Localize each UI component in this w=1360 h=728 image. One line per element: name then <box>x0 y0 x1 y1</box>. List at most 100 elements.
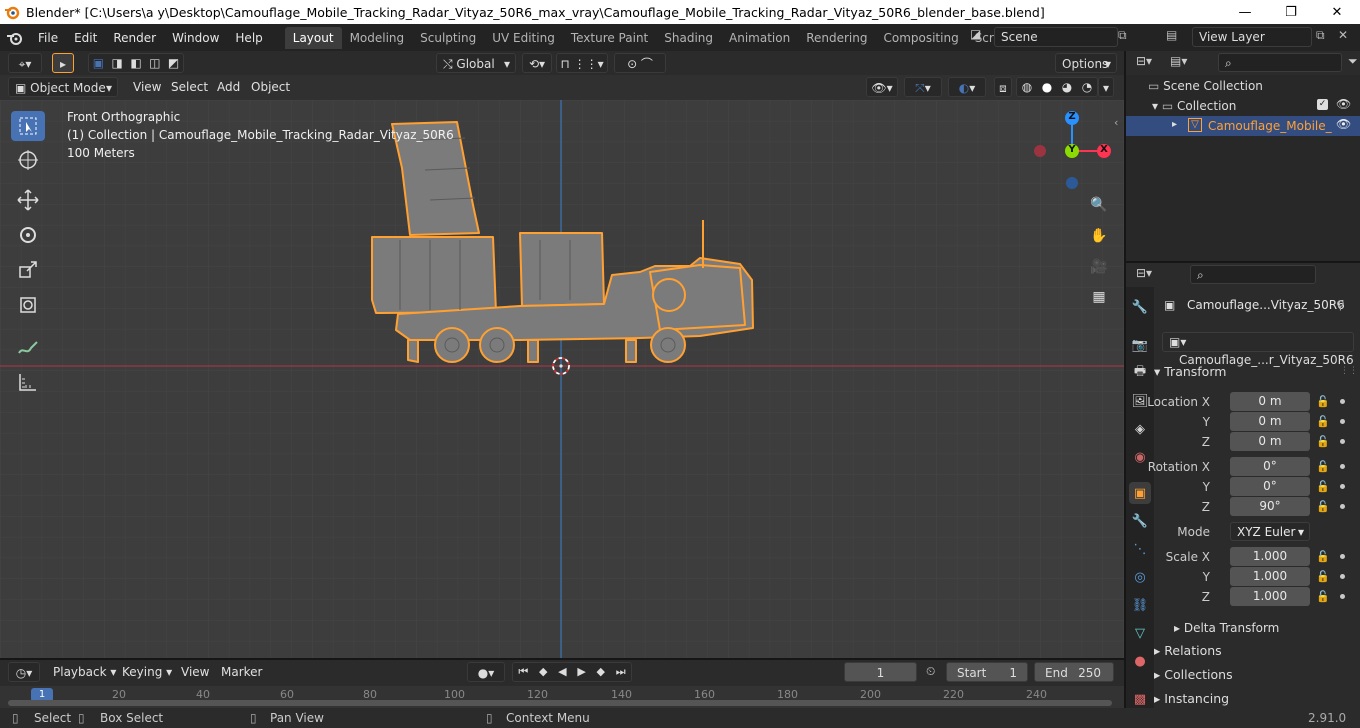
lock-icon[interactable]: 🔓 <box>1316 590 1330 603</box>
tab-sculpting[interactable]: Sculpting <box>412 27 484 49</box>
properties-editor-icon[interactable]: ⊟▾ <box>1136 266 1152 280</box>
location-y-field[interactable]: 0 m <box>1230 412 1310 431</box>
area-separator[interactable] <box>1124 51 1126 708</box>
end-frame-field[interactable]: End 250 <box>1034 662 1114 682</box>
keyframe-dot[interactable] <box>1340 484 1345 489</box>
shading-options-icon[interactable]: ▾ <box>1098 77 1114 97</box>
filter-icon[interactable]: ⏷ <box>1348 54 1358 69</box>
gizmo-neg-x-axis[interactable] <box>1034 145 1046 157</box>
proportional-editing-icon[interactable]: ⊙ ⌒ <box>614 53 666 73</box>
maximize-button[interactable]: ❐ <box>1268 0 1314 24</box>
area-separator[interactable] <box>0 658 1124 660</box>
3d-viewport[interactable]: Z Y X Front Orthographic (1) Collection … <box>0 100 1124 658</box>
keyframe-dot[interactable] <box>1340 504 1345 509</box>
location-x-field[interactable]: 0 m <box>1230 392 1310 411</box>
drag-handle-icon[interactable]: ⋮⋮ <box>1340 366 1358 376</box>
select-new-icon[interactable]: ▣ <box>93 53 104 73</box>
auto-keying-icon[interactable]: ●▾ <box>467 662 505 682</box>
physics-tab-icon[interactable]: ◎ <box>1129 566 1151 588</box>
outliner-editor-icon[interactable]: ⊟▾ <box>1136 54 1152 68</box>
timeline-scrollbar[interactable] <box>8 700 1112 706</box>
rotation-z-field[interactable]: 90° <box>1230 497 1310 516</box>
preview-range-icon[interactable]: ⏲ <box>926 664 935 679</box>
object-mode-dropdown[interactable]: ▣ Object Mode ▾ <box>8 77 118 97</box>
timeline-view-menu[interactable]: View <box>181 662 209 682</box>
lock-icon[interactable]: 🔓 <box>1316 395 1330 408</box>
object-name-field[interactable]: ▣▾ Camouflage_...r_Vityaz_50R6 <box>1162 332 1354 367</box>
annotate-tool-icon[interactable] <box>11 332 45 362</box>
jump-start-icon[interactable]: ⏮ <box>518 662 528 682</box>
outliner-object-row[interactable]: ▸ ▽ Camouflage_Mobile_ 👁 <box>1126 116 1360 136</box>
scale-tool-icon[interactable] <box>11 255 45 285</box>
overlays-toggle-icon[interactable]: ◐▾ <box>948 77 986 97</box>
constraints-tab-icon[interactable]: ⛓ <box>1129 594 1151 616</box>
close-button[interactable]: ✕ <box>1314 0 1360 24</box>
pivot-point-icon[interactable]: ⟲▾ <box>522 53 552 73</box>
collection-checkbox[interactable]: ✓ <box>1317 99 1328 110</box>
pin-icon[interactable]: ⚲ <box>1336 298 1345 312</box>
rotation-y-field[interactable]: 0° <box>1230 477 1310 496</box>
timeline-ruler[interactable]: 1 20 40 60 80 100 120 140 160 180 200 22… <box>0 686 1124 708</box>
select-invert-icon[interactable]: ◫ <box>149 53 160 73</box>
rotate-tool-icon[interactable] <box>11 220 45 250</box>
xray-toggle-icon[interactable]: ⧈ <box>994 77 1012 97</box>
visibility-icon[interactable]: 👁▾ <box>866 77 898 97</box>
measure-tool-icon[interactable] <box>11 367 45 397</box>
playback-controls[interactable]: ⏮ ◆ ◀ ▶ ◆ ⏭ <box>512 662 632 682</box>
object-menu[interactable]: Object <box>251 77 290 97</box>
keyframe-dot[interactable] <box>1340 419 1345 424</box>
selection-mode-group[interactable]: ▣ ◨ ◧ ◫ ◩ <box>88 53 184 73</box>
menu-file[interactable]: File <box>30 27 66 49</box>
blender-menu-icon[interactable] <box>0 30 30 46</box>
camera-view-icon[interactable]: 🎥 <box>1088 256 1110 278</box>
tab-rendering[interactable]: Rendering <box>798 27 875 49</box>
solid-shading-icon[interactable]: ● <box>1042 77 1052 97</box>
transform-section-header[interactable]: ▾ Transform <box>1154 361 1226 383</box>
view-menu[interactable]: View <box>133 77 161 97</box>
select-extend-icon[interactable]: ◨ <box>112 53 123 73</box>
grid-view-icon[interactable]: ▦ <box>1088 286 1110 308</box>
object-tab-icon[interactable]: ▣ <box>1129 482 1151 504</box>
keying-menu[interactable]: Keying ▾ <box>122 662 172 682</box>
menu-window[interactable]: Window <box>164 27 227 49</box>
wireframe-shading-icon[interactable]: ◍ <box>1022 77 1032 97</box>
material-tab-icon[interactable]: ● <box>1129 650 1151 672</box>
lock-icon[interactable]: 🔓 <box>1316 435 1330 448</box>
modifier-tab-icon[interactable]: 🔧 <box>1129 510 1151 532</box>
minimize-button[interactable]: — <box>1222 0 1268 24</box>
playback-menu[interactable]: Playback ▾ <box>53 662 116 682</box>
particles-tab-icon[interactable]: ⋱ <box>1129 538 1151 560</box>
expand-arrow-icon[interactable]: ▾ <box>1152 99 1162 113</box>
texture-tab-icon[interactable]: ▩ <box>1129 688 1151 710</box>
menu-render[interactable]: Render <box>105 27 164 49</box>
tab-shading[interactable]: Shading <box>656 27 721 49</box>
next-keyframe-icon[interactable]: ◆ <box>597 662 605 682</box>
pan-hand-icon[interactable]: ✋ <box>1088 225 1110 247</box>
properties-search-input[interactable]: ⌕ <box>1190 265 1316 284</box>
current-frame-field[interactable]: 1 <box>844 662 917 682</box>
scale-z-field[interactable]: 1.000 <box>1230 587 1310 606</box>
outliner-scene-collection[interactable]: ▭ Scene Collection <box>1148 79 1263 93</box>
select-tool-icon[interactable]: ▸ <box>52 53 74 73</box>
render-tab-icon[interactable]: 📷 <box>1129 334 1151 356</box>
select-subtract-icon[interactable]: ◧ <box>130 53 141 73</box>
scale-x-field[interactable]: 1.000 <box>1230 547 1310 566</box>
expand-arrow-icon[interactable]: ▸ <box>1172 119 1177 130</box>
view-layer-selector[interactable]: View Layer <box>1192 27 1312 47</box>
zoom-icon[interactable]: 🔍 <box>1088 194 1110 216</box>
transform-tool-icon[interactable] <box>11 290 45 320</box>
options-dropdown[interactable]: Options ▾ <box>1055 53 1117 73</box>
delta-transform-header[interactable]: ▸ Delta Transform <box>1174 617 1279 639</box>
transform-orientation-dropdown[interactable]: ⤭ Global ▾ <box>436 53 516 73</box>
tab-uv-editing[interactable]: UV Editing <box>484 27 563 49</box>
jump-end-icon[interactable]: ⏭ <box>616 662 626 682</box>
move-tool-icon[interactable] <box>11 185 45 215</box>
scene-selector[interactable]: Scene <box>994 27 1118 47</box>
tab-animation[interactable]: Animation <box>721 27 798 49</box>
keyframe-dot[interactable] <box>1340 594 1345 599</box>
scale-y-field[interactable]: 1.000 <box>1230 567 1310 586</box>
editor-type-icon[interactable]: ⌖▾ <box>8 53 42 73</box>
timeline-editor-icon[interactable]: ◷▾ <box>8 662 40 682</box>
lock-icon[interactable]: 🔓 <box>1316 500 1330 513</box>
relations-section-header[interactable]: ▸ Relations <box>1154 640 1222 662</box>
